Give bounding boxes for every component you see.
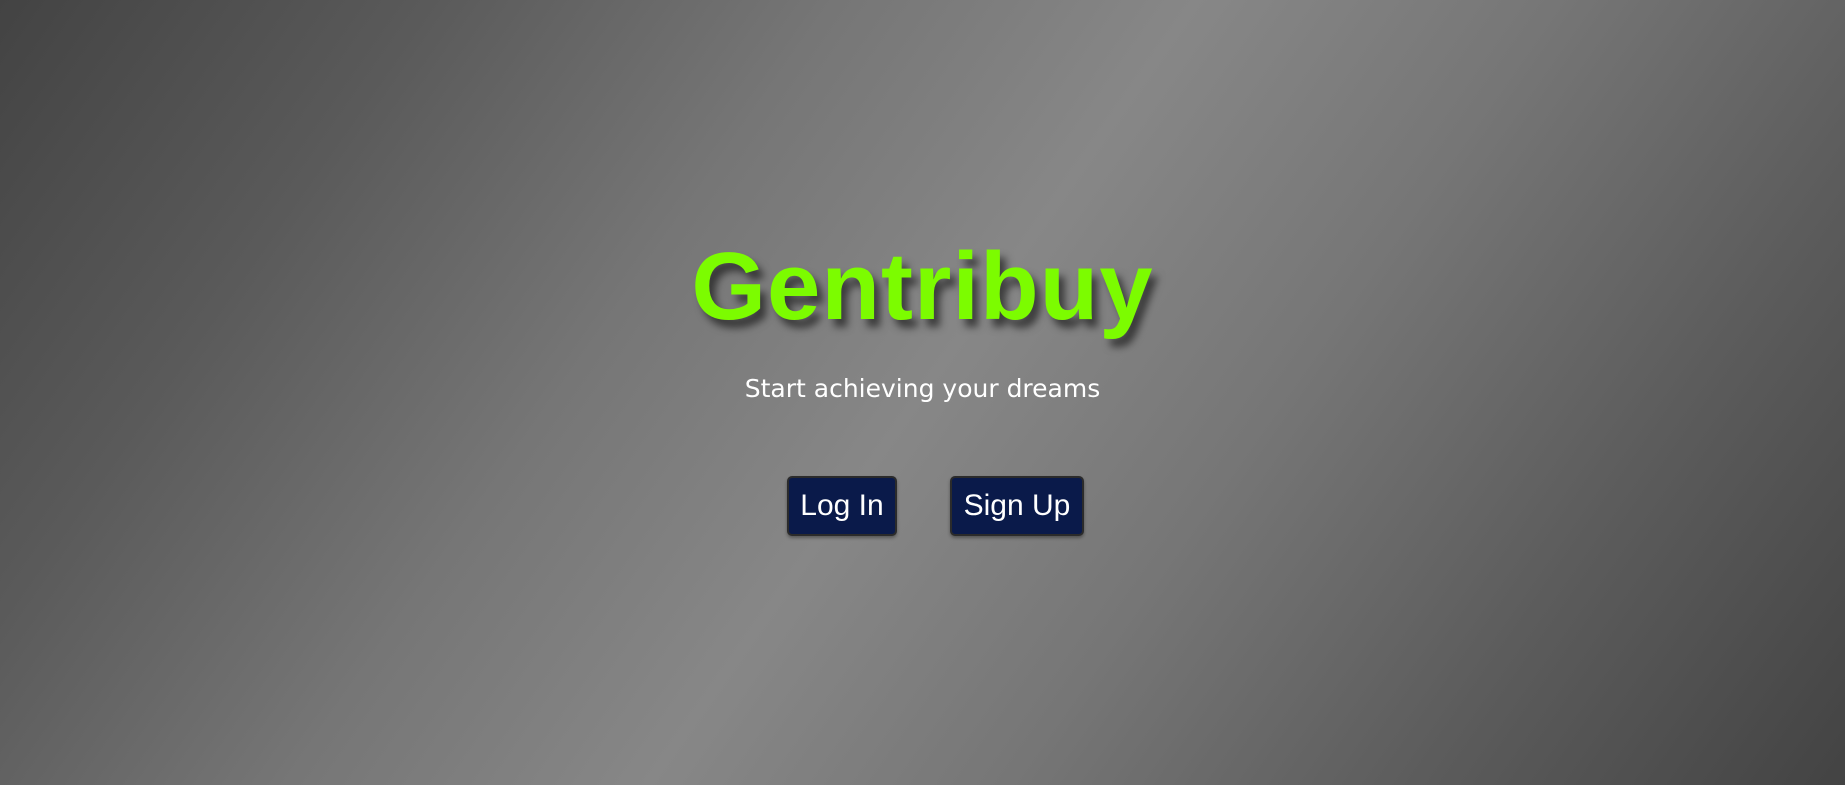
login-button[interactable]: Log In — [787, 476, 897, 536]
brand-title: Gentribuy — [691, 233, 1154, 340]
signup-button[interactable]: Sign Up — [950, 476, 1084, 536]
tagline: Start achieving your dreams — [744, 374, 1101, 403]
hero-section: Gentribuy Start achieving your dreams Lo… — [0, 0, 1845, 785]
